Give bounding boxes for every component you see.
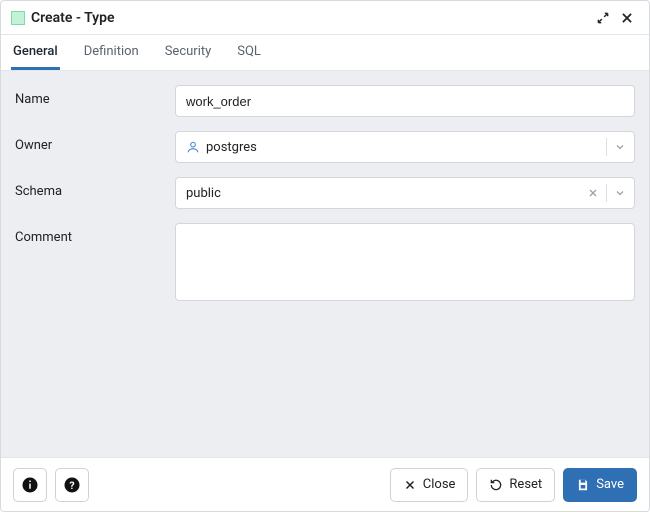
close-button-label: Close	[423, 477, 456, 492]
user-icon	[186, 140, 200, 154]
label-comment: Comment	[15, 223, 175, 245]
dialog-body: Name Owner postgres	[1, 71, 649, 457]
close-button[interactable]: Close	[390, 468, 469, 502]
schema-value: public	[186, 186, 221, 201]
row-owner: Owner postgres	[15, 131, 635, 163]
row-name: Name	[15, 85, 635, 117]
reset-button[interactable]: Reset	[476, 468, 555, 502]
reset-button-label: Reset	[509, 477, 542, 492]
owner-select[interactable]: postgres	[175, 131, 635, 163]
name-input[interactable]	[175, 85, 635, 117]
dialog-header: Create - Type	[1, 1, 649, 35]
row-comment: Comment	[15, 223, 635, 305]
expand-icon[interactable]	[591, 6, 615, 30]
tab-sql[interactable]: SQL	[235, 35, 263, 70]
chevron-down-icon	[614, 141, 626, 153]
svg-text:?: ?	[69, 478, 74, 491]
row-schema: Schema public	[15, 177, 635, 209]
tab-security[interactable]: Security	[163, 35, 214, 70]
schema-select[interactable]: public	[175, 177, 635, 209]
dialog-title: Create - Type	[31, 10, 115, 26]
comment-input[interactable]	[175, 223, 635, 301]
tab-general[interactable]: General	[11, 35, 60, 70]
clear-icon[interactable]	[587, 187, 599, 199]
create-type-dialog: Create - Type General Definition Securit…	[0, 0, 650, 512]
chevron-down-icon	[614, 187, 626, 199]
label-schema: Schema	[15, 177, 175, 199]
help-button[interactable]: ?	[55, 468, 89, 502]
tab-definition[interactable]: Definition	[82, 35, 141, 70]
dialog-footer: ? Close Reset Save	[1, 457, 649, 511]
label-name: Name	[15, 85, 175, 107]
save-button[interactable]: Save	[563, 468, 637, 502]
save-button-label: Save	[596, 477, 624, 492]
info-button[interactable]	[13, 468, 47, 502]
label-owner: Owner	[15, 131, 175, 153]
owner-value: postgres	[206, 140, 257, 155]
close-icon[interactable]	[615, 6, 639, 30]
type-icon	[11, 11, 25, 25]
tab-bar: General Definition Security SQL	[1, 35, 649, 71]
